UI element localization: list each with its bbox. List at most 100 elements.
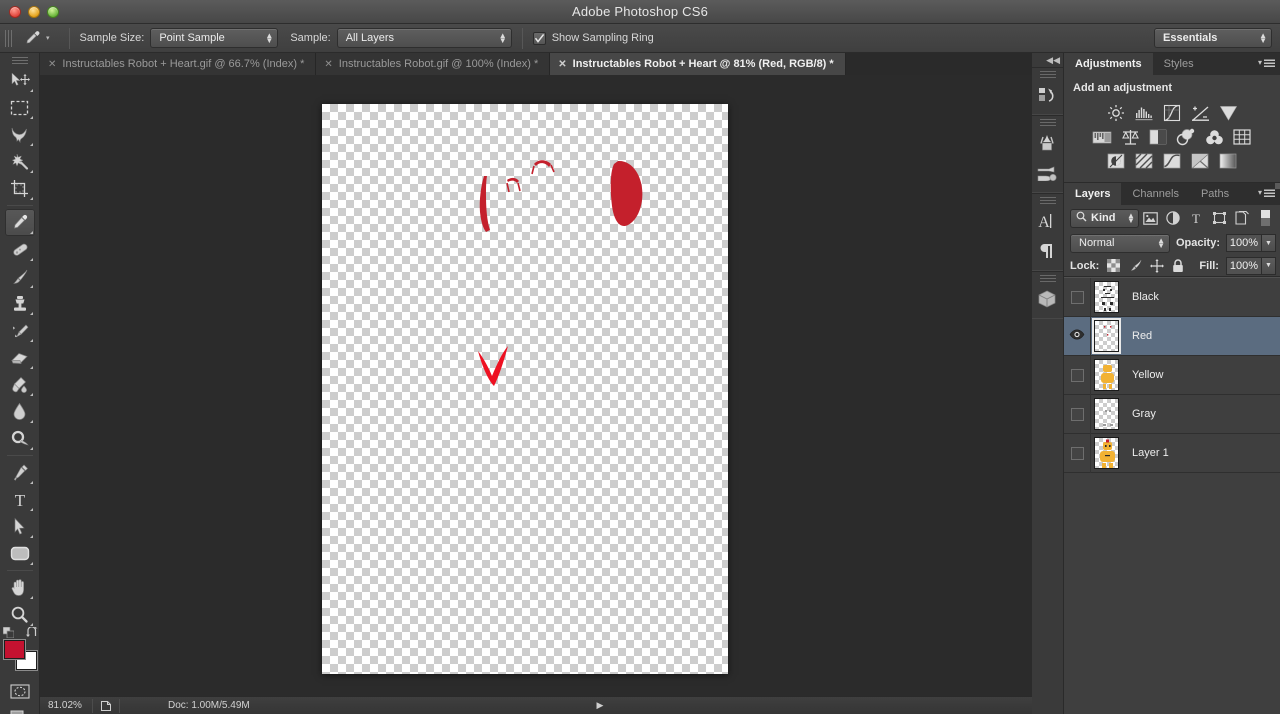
tab-layers[interactable]: Layers: [1064, 183, 1122, 205]
crop-icon[interactable]: [5, 175, 35, 202]
document-icon[interactable]: [93, 700, 119, 712]
black-white-icon[interactable]: [1147, 127, 1169, 147]
layer-thumbnail-cell[interactable]: [1091, 318, 1121, 354]
color-balance-icon[interactable]: [1119, 127, 1141, 147]
close-icon[interactable]: ✕: [558, 59, 566, 70]
collapse-panels-icon[interactable]: ◀◀: [1032, 53, 1063, 67]
path-selection-icon[interactable]: [5, 513, 35, 540]
layer-thumbnail-cell[interactable]: [1091, 359, 1121, 391]
workspace-stepper[interactable]: ▲ ▼: [1259, 32, 1267, 45]
opacity-stepper[interactable]: ▼: [1262, 234, 1276, 252]
sample-size-select[interactable]: Point Sample ▲ ▼: [150, 28, 279, 48]
document-canvas[interactable]: [322, 104, 728, 674]
panel-menu-icon[interactable]: ▾: [1258, 58, 1275, 67]
blend-mode-stepper[interactable]: ▲ ▼: [1157, 237, 1165, 250]
selective-color-icon[interactable]: [1189, 151, 1211, 171]
adjustment-filter-icon[interactable]: [1162, 208, 1185, 228]
dodge-icon[interactable]: [5, 425, 35, 452]
document-tab[interactable]: ✕ Instructables Robot.gif @ 100% (Index)…: [316, 53, 551, 75]
layer-row[interactable]: Layer 1: [1064, 433, 1280, 473]
zoom-level[interactable]: 81.02%: [40, 700, 92, 711]
rounded-rectangle-icon[interactable]: [5, 540, 35, 567]
panel-grip[interactable]: [1039, 71, 1056, 78]
show-sampling-ring-checkbox[interactable]: [532, 31, 546, 45]
quick-mask-icon[interactable]: [5, 678, 35, 705]
fill-value[interactable]: 100%: [1225, 256, 1262, 275]
lock-transparency-icon[interactable]: [1106, 258, 1121, 273]
layer-visibility-toggle[interactable]: [1064, 368, 1090, 382]
gradient-map-icon[interactable]: [1217, 151, 1239, 171]
layer-thumbnail-cell[interactable]: [1091, 437, 1121, 469]
hand-icon[interactable]: [5, 574, 35, 601]
layer-filter-kind-select[interactable]: Kind ▲ ▼: [1070, 208, 1139, 228]
paragraph-icon[interactable]: [1032, 236, 1062, 266]
3d-cube-icon[interactable]: [1032, 284, 1062, 314]
eyedropper-icon[interactable]: [4, 209, 35, 236]
layer-row[interactable]: Yellow: [1064, 355, 1280, 395]
eyedropper-icon[interactable]: [19, 27, 45, 49]
character-icon[interactable]: A: [1032, 206, 1062, 236]
layer-row-selected[interactable]: Red: [1064, 316, 1280, 356]
clone-stamp-icon[interactable]: [5, 290, 35, 317]
move-icon[interactable]: [5, 67, 35, 94]
invert-icon[interactable]: [1105, 151, 1127, 171]
pen-icon[interactable]: [5, 459, 35, 486]
layer-row[interactable]: Black: [1064, 277, 1280, 317]
shape-filter-icon[interactable]: [1208, 208, 1231, 228]
status-menu-arrow[interactable]: ▶: [592, 700, 608, 711]
exposure-icon[interactable]: [1189, 103, 1211, 123]
gradient-icon[interactable]: [5, 371, 35, 398]
layer-visibility-toggle[interactable]: [1064, 329, 1090, 343]
brush-icon[interactable]: [5, 263, 35, 290]
layer-thumbnail-cell[interactable]: [1091, 281, 1121, 313]
eraser-icon[interactable]: [5, 344, 35, 371]
brush-presets-icon[interactable]: [1032, 158, 1062, 188]
tab-paths[interactable]: Paths: [1190, 183, 1240, 205]
tab-channels[interactable]: Channels: [1121, 183, 1189, 205]
tool-preset-caret[interactable]: ▾: [46, 34, 50, 42]
opacity-value[interactable]: 100%: [1226, 234, 1262, 252]
fill-stepper[interactable]: ▼: [1261, 256, 1276, 275]
swap-colors-icon[interactable]: [25, 626, 38, 641]
layer-visibility-toggle[interactable]: [1064, 407, 1090, 421]
tab-adjustments[interactable]: Adjustments: [1064, 53, 1153, 75]
default-colors-icon[interactable]: [2, 626, 14, 641]
layers-scrollbar[interactable]: [1275, 183, 1280, 189]
screen-mode-icon[interactable]: [5, 705, 35, 714]
panel-grip[interactable]: [1039, 197, 1056, 204]
zoom-icon[interactable]: [5, 601, 35, 628]
foreground-color-swatch[interactable]: [3, 640, 25, 659]
brush-icon[interactable]: [1032, 128, 1062, 158]
sample-select[interactable]: All Layers ▲ ▼: [336, 28, 512, 48]
lock-all-icon[interactable]: [1171, 258, 1185, 273]
sample-stepper[interactable]: ▲ ▼: [499, 32, 507, 45]
eye-icon[interactable]: [1069, 329, 1085, 343]
document-tab-active[interactable]: ✕ Instructables Robot + Heart @ 81% (Red…: [550, 53, 846, 75]
layer-row[interactable]: Gray: [1064, 394, 1280, 434]
panel-grip[interactable]: [1039, 119, 1056, 126]
lock-image-icon[interactable]: [1128, 258, 1143, 273]
sample-size-stepper[interactable]: ▲ ▼: [265, 32, 273, 45]
channel-mixer-icon[interactable]: [1203, 127, 1225, 147]
lasso-icon[interactable]: [5, 121, 35, 148]
filter-toggle-icon[interactable]: [1254, 208, 1277, 228]
vibrance-icon[interactable]: [1217, 103, 1239, 123]
color-lookup-icon[interactable]: [1231, 127, 1253, 147]
pixel-filter-icon[interactable]: [1139, 208, 1162, 228]
magic-wand-icon[interactable]: [5, 148, 35, 175]
lock-position-icon[interactable]: [1149, 258, 1164, 273]
close-icon[interactable]: ✕: [48, 59, 56, 70]
workspace-select[interactable]: Essentials ▲ ▼: [1154, 28, 1272, 48]
hue-saturation-icon[interactable]: [1091, 127, 1113, 147]
type-filter-icon[interactable]: T: [1185, 208, 1208, 228]
layer-filter-stepper[interactable]: ▲ ▼: [1127, 212, 1135, 225]
threshold-icon[interactable]: [1161, 151, 1183, 171]
options-bar-grip[interactable]: [5, 29, 12, 47]
document-tab[interactable]: ✕ Instructables Robot + Heart.gif @ 66.7…: [40, 53, 317, 75]
levels-icon[interactable]: [1133, 103, 1155, 123]
blur-icon[interactable]: [5, 398, 35, 425]
layer-thumbnail-cell[interactable]: [1091, 398, 1121, 430]
layer-visibility-toggle[interactable]: [1064, 446, 1090, 460]
smart-object-filter-icon[interactable]: [1231, 208, 1254, 228]
healing-brush-icon[interactable]: [5, 236, 35, 263]
